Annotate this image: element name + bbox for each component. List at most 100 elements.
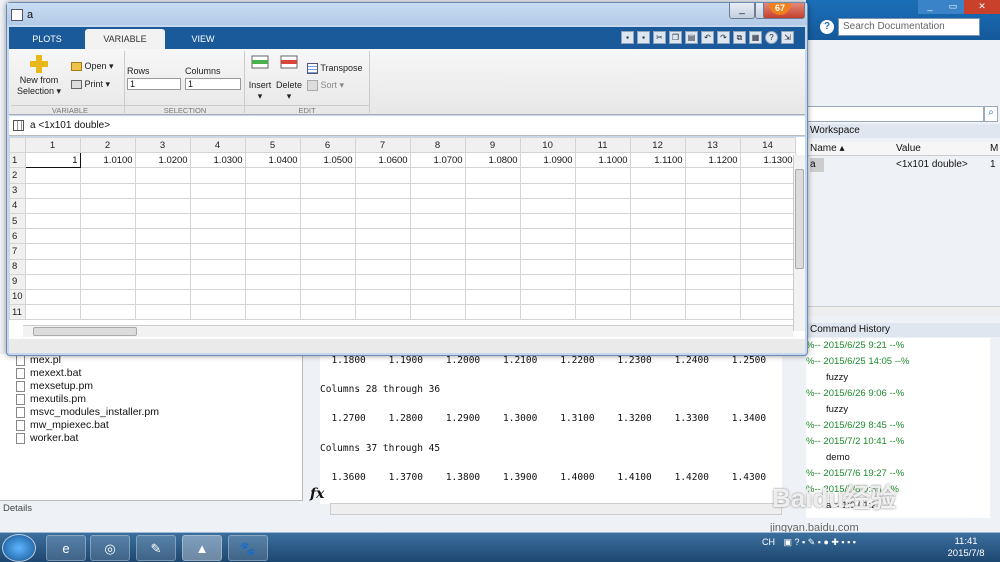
history-session-header[interactable]: %-- 2015/6/29 8:45 --% bbox=[806, 418, 990, 434]
grid-cell[interactable] bbox=[739, 273, 796, 290]
grid-cell[interactable]: 1.1200 bbox=[684, 152, 741, 169]
grid-cell[interactable] bbox=[134, 288, 191, 306]
grid-cell[interactable] bbox=[574, 258, 631, 275]
grid-cell[interactable] bbox=[684, 273, 741, 290]
redo-icon[interactable]: ↷ bbox=[717, 31, 730, 44]
grid-cell[interactable] bbox=[244, 197, 301, 214]
paste-icon[interactable]: ▤ bbox=[685, 31, 698, 44]
open-button[interactable]: Open ▾ bbox=[71, 61, 114, 72]
grid-cell[interactable] bbox=[574, 212, 631, 230]
grid-cell[interactable] bbox=[134, 228, 191, 245]
grid-cell[interactable] bbox=[409, 167, 466, 184]
grid-cell[interactable] bbox=[189, 182, 246, 199]
grid-cell[interactable] bbox=[24, 212, 81, 230]
grid-cell[interactable] bbox=[244, 167, 301, 184]
grid-cell[interactable] bbox=[189, 288, 246, 306]
file-item[interactable]: msvc_modules_installer.pm bbox=[0, 406, 302, 419]
grid-cell[interactable] bbox=[134, 258, 191, 275]
grid-cell[interactable] bbox=[464, 167, 521, 184]
grid-cell[interactable] bbox=[464, 258, 521, 275]
grid-cell[interactable] bbox=[684, 167, 741, 184]
grid-cell[interactable] bbox=[24, 167, 81, 184]
grid-cell[interactable] bbox=[244, 288, 301, 306]
grid-cell[interactable] bbox=[574, 197, 631, 214]
grid-cell[interactable] bbox=[24, 304, 81, 321]
row-header[interactable]: 2 bbox=[9, 167, 26, 184]
file-item[interactable]: mw_mpiexec.bat bbox=[0, 419, 302, 432]
save-icon[interactable]: ▪ bbox=[621, 31, 634, 44]
grid-cell[interactable] bbox=[464, 243, 521, 260]
grid-cell[interactable] bbox=[189, 273, 246, 290]
tray-icons[interactable]: ▣ ? ▪ ✎ ▪ ● ✚ ▪ ▪ ▪ bbox=[784, 537, 856, 547]
ie-icon[interactable]: e bbox=[46, 535, 86, 561]
file-item[interactable]: mexsetup.pm bbox=[0, 380, 302, 393]
grid-cell[interactable] bbox=[519, 167, 576, 184]
row-header[interactable]: 5 bbox=[9, 212, 26, 230]
grid-cell[interactable] bbox=[684, 182, 741, 199]
insert-button[interactable]: Insert ▾ bbox=[247, 55, 273, 102]
grid-cell[interactable] bbox=[519, 197, 576, 214]
grid-cell[interactable]: 1.0700 bbox=[409, 152, 466, 169]
grid-cell[interactable] bbox=[464, 304, 521, 321]
grid-cell[interactable]: 1.0100 bbox=[79, 152, 136, 169]
grid-cell[interactable] bbox=[464, 273, 521, 290]
grid-cell[interactable] bbox=[134, 212, 191, 230]
grid-cell[interactable] bbox=[354, 212, 411, 230]
switch-windows-icon[interactable]: ⧉ bbox=[733, 31, 746, 44]
grid-cell[interactable] bbox=[244, 182, 301, 199]
grid-cell[interactable] bbox=[79, 288, 136, 306]
grid-cell[interactable] bbox=[354, 197, 411, 214]
column-header[interactable]: 6 bbox=[299, 137, 356, 154]
grid-cell[interactable] bbox=[464, 182, 521, 199]
column-header[interactable]: 4 bbox=[189, 137, 246, 154]
grid-cell[interactable] bbox=[79, 304, 136, 321]
grid-cell[interactable] bbox=[189, 197, 246, 214]
grid-cell[interactable] bbox=[574, 243, 631, 260]
grid-cell[interactable] bbox=[684, 288, 741, 306]
lang-indicator[interactable]: CH bbox=[762, 537, 775, 547]
grid-cell[interactable] bbox=[739, 228, 796, 245]
grid-cell[interactable] bbox=[464, 288, 521, 306]
grid-cell[interactable] bbox=[79, 182, 136, 199]
grid-cell[interactable] bbox=[409, 273, 466, 290]
browser-icon[interactable]: ◎ bbox=[90, 535, 130, 561]
history-session-header[interactable]: %-- 2015/6/25 14:05 --% bbox=[806, 354, 990, 370]
grid-cell[interactable] bbox=[409, 304, 466, 321]
grid-cell[interactable] bbox=[24, 273, 81, 290]
grid-cell[interactable] bbox=[24, 197, 81, 214]
command-window-hscrollbar[interactable] bbox=[330, 503, 782, 515]
columns-input[interactable]: 1 bbox=[185, 78, 241, 90]
grid-cell[interactable] bbox=[189, 167, 246, 184]
grid-cell[interactable] bbox=[739, 304, 796, 321]
grid-cell[interactable] bbox=[409, 212, 466, 230]
undo-icon[interactable]: ↶ bbox=[701, 31, 714, 44]
cut-icon[interactable]: ✂ bbox=[653, 31, 666, 44]
grid-cell[interactable] bbox=[409, 182, 466, 199]
workspace-row[interactable]: a <1x101 double> 1 bbox=[806, 157, 1000, 173]
grid-cell[interactable] bbox=[299, 182, 356, 199]
column-header[interactable]: 5 bbox=[244, 137, 301, 154]
grid-hscrollbar[interactable] bbox=[23, 325, 793, 337]
print-button[interactable]: Print ▾ bbox=[71, 79, 110, 90]
grid-cell[interactable] bbox=[739, 197, 796, 214]
grid-cell[interactable] bbox=[519, 288, 576, 306]
row-header[interactable]: 11 bbox=[9, 304, 26, 321]
grid-cell[interactable] bbox=[629, 182, 686, 199]
grid-cell[interactable] bbox=[519, 258, 576, 275]
grid-cell[interactable] bbox=[409, 243, 466, 260]
grid-cell[interactable]: 1.1000 bbox=[574, 152, 631, 169]
rows-input[interactable]: 1 bbox=[127, 78, 181, 90]
grid-cell[interactable] bbox=[189, 304, 246, 321]
grid-cell[interactable] bbox=[739, 288, 796, 306]
grid-cell[interactable]: 1.0400 bbox=[244, 152, 301, 169]
help-icon[interactable]: ? bbox=[820, 20, 834, 34]
sort-button[interactable]: Sort ▾ bbox=[307, 80, 344, 92]
grid-cell[interactable] bbox=[629, 258, 686, 275]
desktop-maximize-button[interactable]: ▭ bbox=[942, 0, 964, 14]
grid-cell[interactable] bbox=[739, 243, 796, 260]
transpose-button[interactable]: Transpose bbox=[307, 63, 363, 75]
grid-cell[interactable] bbox=[684, 228, 741, 245]
baidu-icon[interactable]: 🐾 bbox=[228, 535, 268, 561]
delete-button[interactable]: Delete ▾ bbox=[275, 55, 303, 102]
file-item[interactable]: worker.bat bbox=[0, 432, 302, 445]
